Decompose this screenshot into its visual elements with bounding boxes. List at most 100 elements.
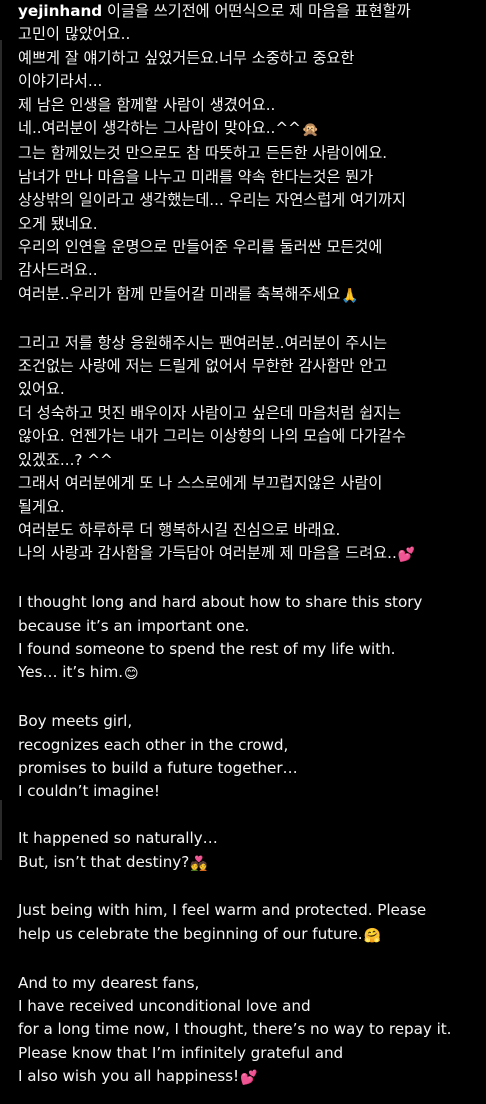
caption-line: 그는 함께있는것 만으로도 참 따뜻하고 든든한 사람이에요.	[18, 142, 480, 165]
english-translation: I thought long and hard about how to sha…	[18, 591, 480, 1090]
caption-line: But, isn’t that destiny?💑	[18, 851, 480, 876]
caption-text: I also wish you all happiness!	[18, 1067, 239, 1086]
post-caption: yejinhand 이글을 쓰기전에 어떤식으로 제 마음을 표현할까고민이 많…	[18, 0, 480, 1091]
caption-line: recognizes each other in the crowd,	[18, 734, 480, 757]
caption-text: 이글을 쓰기전에 어떤식으로 제 마음을 표현할까	[107, 2, 411, 20]
caption-text: Just being with him, I feel warm and pro…	[18, 901, 427, 920]
caption-line: 상상밖의 일이라고 생각했는데... 우리는 자연스럽게 여기까지	[18, 189, 480, 212]
caption-line: 더 성숙하고 멋진 배우이자 사람이고 싶은데 마음처럼 쉽지는	[18, 402, 480, 425]
caption-text: I have received unconditional love and	[18, 996, 311, 1015]
caption-line: because it’s an important one.	[18, 615, 480, 638]
caption-line: I also wish you all happiness!💕	[18, 1065, 480, 1090]
caption-line: 예쁘게 잘 얘기하고 싶었거든요.너무 소중하고 중요한	[18, 47, 480, 70]
caption-line: for a long time now, I thought, there’s …	[18, 1018, 480, 1041]
hugging-face-icon: 🤗	[363, 927, 381, 944]
caption-line: 오게 됐네요.	[18, 213, 480, 236]
caption-line: 감사드려요..	[18, 259, 480, 282]
caption-line: 제 남은 인생을 함께할 사람이 생겼어요..	[18, 94, 480, 117]
caption-line: 고민이 많았어요..	[18, 23, 480, 46]
caption-line: 그리고 저를 항상 응원해주시는 팬여러분..여러분이 주시는	[18, 332, 480, 355]
caption-text: 될게요.	[18, 497, 65, 516]
caption-line: I thought long and hard about how to sha…	[18, 591, 480, 614]
folded-hands-icon: 🙏	[341, 287, 359, 304]
caption-text: 우리의 인연을 운명으로 만들어준 우리를 둘러싼 모든것에	[18, 238, 383, 257]
caption-text: 제 남은 인생을 함께할 사람이 생겼어요..	[18, 95, 276, 114]
caption-text: 고민이 많았어요..	[18, 25, 131, 44]
caption-line: I couldn’t imagine!	[18, 780, 480, 803]
caption-line: 그래서 여러분에게 또 나 스스로에게 부끄럽지않은 사람이	[18, 472, 480, 495]
caption-text: 남녀가 만나 마음을 나누고 미래를 약속 한다는것은 뭔가	[18, 167, 374, 186]
caption-text: It happened so naturally…	[18, 829, 218, 848]
two-hearts-icon: 💕	[240, 1070, 258, 1087]
caption-line: 나의 사랑과 감사함을 가득담아 여러분께 제 마음을 드려요..💕	[18, 542, 480, 567]
caption-line: It happened so naturally…	[18, 827, 480, 850]
caption-text: 않아요. 언젠가는 내가 그리는 이상향의 나의 모습에 다가갈수	[18, 427, 406, 446]
caption-line: I found someone to spend the rest of my …	[18, 638, 480, 661]
see-no-evil-monkey-icon: 🙊	[301, 122, 320, 139]
caption-text: recognizes each other in the crowd,	[18, 735, 289, 754]
caption-line: 여러분..우리가 함께 만들어갈 미래를 축복해주세요🙏	[18, 283, 480, 308]
caption-text: And to my dearest fans,	[18, 973, 200, 992]
caption-line: 여러분도 하루하루 더 행복하시길 진심으로 바래요.	[18, 519, 480, 542]
caption-text: 그리고 저를 항상 응원해주시는 팬여러분..여러분이 주시는	[18, 333, 388, 352]
caption-line: I have received unconditional love and	[18, 995, 480, 1018]
caption-line: promises to build a future together…	[18, 757, 480, 780]
caption-text: I couldn’t imagine!	[18, 782, 160, 801]
caption-text: 여러분..우리가 함께 만들어갈 미래를 축복해주세요	[18, 284, 341, 303]
caption-text: 오게 됐네요.	[18, 214, 98, 233]
caption-text: 더 성숙하고 멋진 배우이자 사람이고 싶은데 마음처럼 쉽지는	[18, 403, 402, 422]
caption-line: Please know that I’m infinitely grateful…	[18, 1042, 480, 1065]
caption-text: 여러분도 하루하루 더 행복하시길 진심으로 바래요.	[18, 520, 341, 539]
caption-line: yejinhand 이글을 쓰기전에 어떤식으로 제 마음을 표현할까	[18, 0, 480, 23]
caption-line: help us celebrate the beginning of our f…	[18, 923, 480, 948]
caption-text: 이야기라서...	[18, 72, 103, 91]
caption-text: promises to build a future together…	[18, 758, 298, 777]
caption-line: And to my dearest fans,	[18, 972, 480, 995]
caption-text: 상상밖의 일이라고 생각했는데... 우리는 자연스럽게 여기까지	[18, 191, 406, 210]
caption-line: 있어요.	[18, 378, 480, 401]
caption-text: 그래서 여러분에게 또 나 스스로에게 부끄럽지않은 사람이	[18, 474, 383, 493]
caption-text: 나의 사랑과 감사함을 가득담아 여러분께 제 마음을 드려요..	[18, 544, 397, 563]
korean-fan-message: 그리고 저를 항상 응원해주시는 팬여러분..여러분이 주시는조건없는 사랑에 …	[18, 332, 480, 568]
username-link[interactable]: yejinhand	[18, 2, 102, 20]
thread-connector	[0, 800, 2, 860]
smiling-face-icon: 😊	[124, 666, 139, 683]
caption-text: Boy meets girl,	[18, 712, 133, 731]
caption-text: because it’s an important one.	[18, 616, 250, 635]
caption-text: 감사드려요..	[18, 261, 98, 280]
caption-line: 될게요.	[18, 496, 480, 519]
caption-text: I found someone to spend the rest of my …	[18, 639, 396, 658]
caption-text: 있겠죠...? ^^	[18, 450, 113, 469]
caption-line: 우리의 인연을 운명으로 만들어준 우리를 둘러싼 모든것에	[18, 236, 480, 259]
caption-line: 않아요. 언젠가는 내가 그리는 이상향의 나의 모습에 다가갈수	[18, 425, 480, 448]
caption-text: 있어요.	[18, 380, 65, 399]
caption-line: 있겠죠...? ^^	[18, 449, 480, 472]
caption-text: help us celebrate the beginning of our f…	[18, 924, 363, 943]
caption-text: But, isn’t that destiny?	[18, 852, 190, 871]
caption-text: 예쁘게 잘 얘기하고 싶었거든요.너무 소중하고 중요한	[18, 48, 355, 67]
caption-line: 이야기라서...	[18, 70, 480, 93]
caption-line: Just being with him, I feel warm and pro…	[18, 899, 480, 922]
caption-line: 네..여러분이 생각하는 그사람이 맞아요..^^🙊	[18, 117, 480, 142]
caption-line: Boy meets girl,	[18, 710, 480, 733]
caption-line: 남녀가 만나 마음을 나누고 미래를 약속 한다는것은 뭔가	[18, 166, 480, 189]
thread-connector	[0, 40, 2, 280]
caption-text: 그는 함께있는것 만으로도 참 따뜻하고 든든한 사람이에요.	[18, 144, 388, 163]
caption-text: 조건없는 사랑에 저는 드릴게 없어서 무한한 감사함만 안고	[18, 357, 388, 376]
caption-text: 네..여러분이 생각하는 그사람이 맞아요..^^	[18, 119, 301, 138]
caption-line: 조건없는 사랑에 저는 드릴게 없어서 무한한 감사함만 안고	[18, 355, 480, 378]
caption-text: I thought long and hard about how to sha…	[18, 593, 423, 612]
two-hearts-icon: 💕	[397, 547, 416, 564]
korean-announcement: yejinhand 이글을 쓰기전에 어떤식으로 제 마음을 표현할까고민이 많…	[18, 0, 480, 308]
caption-text: Yes… it’s him.	[18, 663, 124, 682]
caption-text: for a long time now, I thought, there’s …	[18, 1020, 452, 1039]
couple-icon: 💑	[190, 855, 208, 872]
caption-text: Please know that I’m infinitely grateful…	[18, 1043, 344, 1062]
caption-line: Yes… it’s him.😊	[18, 661, 480, 686]
